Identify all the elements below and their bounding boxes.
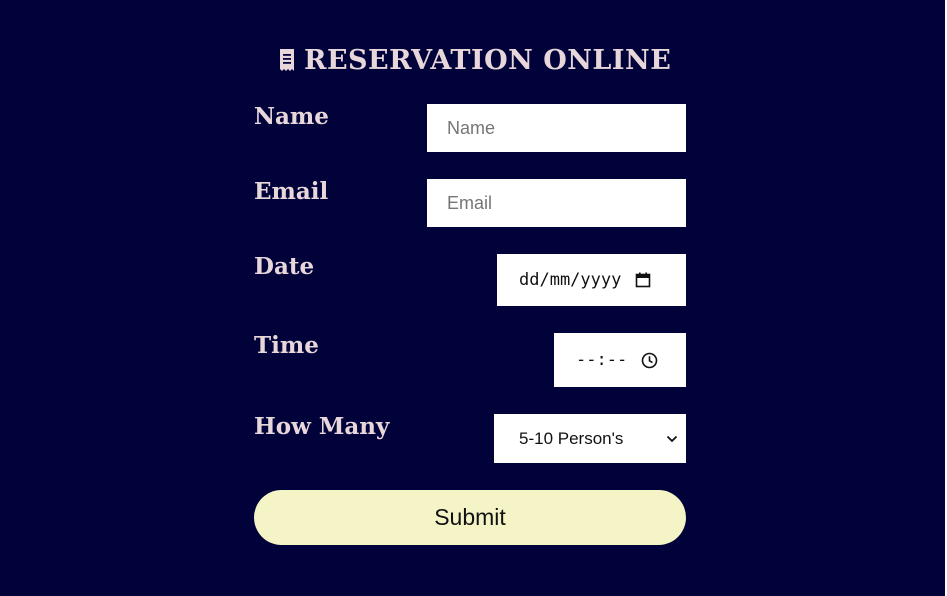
time-placeholder: --:-- [576,350,628,370]
page-title: RESERVATION ONLINE [278,42,671,78]
submit-button[interactable]: Submit [254,490,686,545]
date-placeholder: dd/mm/yyyy [519,270,622,290]
email-label: Email [254,178,329,205]
email-input[interactable] [427,179,686,227]
name-input[interactable] [427,104,686,152]
submit-label: Submit [434,504,506,530]
page-title-text: RESERVATION ONLINE [304,44,672,76]
how-many-label: How Many [254,413,390,440]
clock-icon[interactable] [641,352,658,369]
chevron-down-icon [666,435,678,442]
date-input[interactable]: dd/mm/yyyy [497,254,686,306]
time-input[interactable]: --:-- [554,333,686,387]
reservation-form: RESERVATION ONLINE Name Email Date dd/mm… [254,0,686,596]
how-many-selected: 5-10 Person's [519,428,624,448]
receipt-icon [280,49,294,71]
date-label: Date [254,253,315,280]
name-label: Name [254,103,329,130]
time-label: Time [254,332,319,359]
how-many-select[interactable]: 5-10 Person's [494,414,686,463]
calendar-icon[interactable] [635,272,651,288]
